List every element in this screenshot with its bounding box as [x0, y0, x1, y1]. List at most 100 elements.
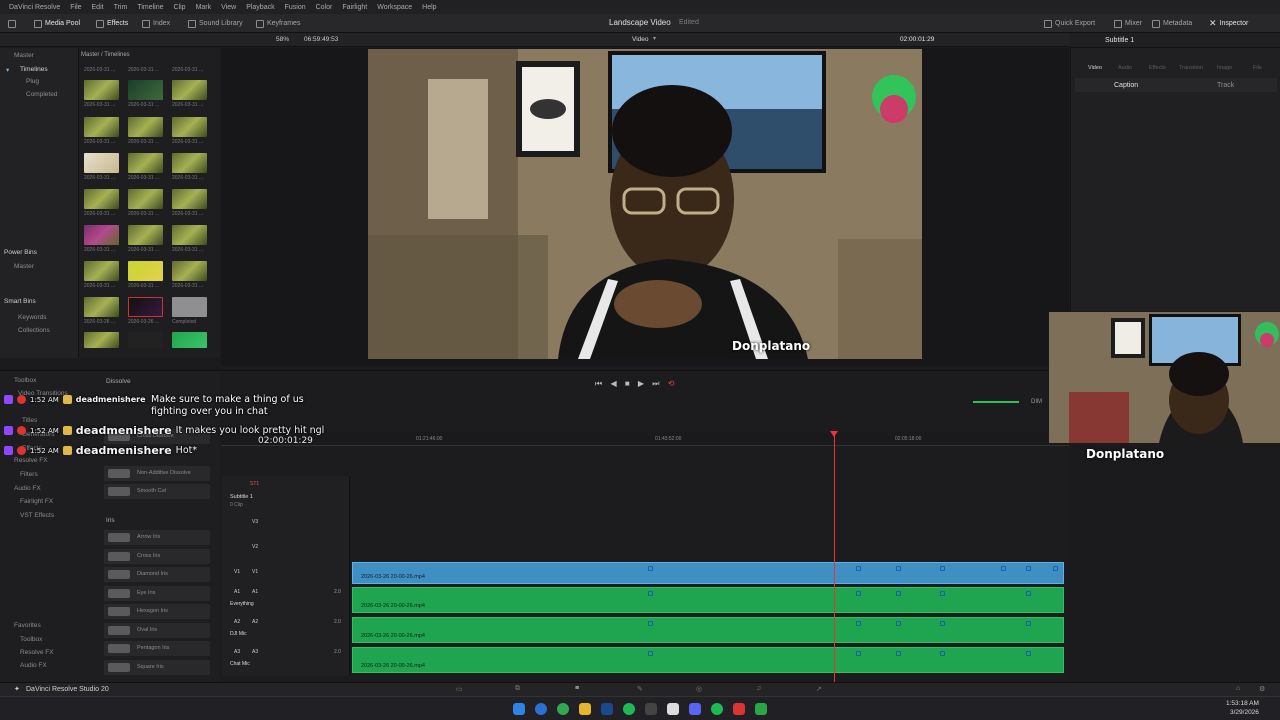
keyframe-marker[interactable] [896, 566, 901, 571]
keyframe-marker[interactable] [856, 566, 861, 571]
timeline-thumbnail[interactable] [128, 153, 163, 173]
index-button[interactable]: Index [138, 17, 174, 30]
timeline-thumbnail[interactable] [84, 117, 119, 137]
timeline-thumbnail[interactable] [128, 80, 163, 100]
menu-timeline[interactable]: Timeline [132, 4, 168, 11]
keyframe-marker[interactable] [1026, 651, 1031, 656]
keyframe-marker[interactable] [856, 591, 861, 596]
inspector-tab-file[interactable]: File [1253, 65, 1262, 71]
media-page-icon[interactable]: ▭ [456, 685, 463, 693]
keyframe-marker[interactable] [648, 651, 653, 656]
stop-icon[interactable]: ■ [625, 379, 630, 388]
gear-icon[interactable]: ⚙ [1259, 685, 1265, 693]
timeline-thumbnail[interactable] [128, 261, 163, 281]
skip-start-icon[interactable]: ⏮ [595, 379, 602, 388]
timeline-thumbnail[interactable] [128, 117, 163, 137]
filters-item[interactable]: Filters [20, 471, 38, 478]
timeline-ruler[interactable]: 01:21:46:00 01:43:52:00 02:05:18:00 [221, 432, 1069, 446]
mixer-button[interactable]: Mixer [1110, 17, 1146, 30]
audio-clip-a2[interactable]: 2026-03-26 20-00-26.mp4 [352, 617, 1064, 643]
timeline-thumbnail[interactable] [172, 332, 207, 348]
favorite-toolbox[interactable]: Toolbox [20, 636, 42, 643]
inspector-track-tab[interactable]: Track [1217, 82, 1234, 89]
timeline-thumbnail[interactable] [84, 189, 119, 209]
keyframe-marker[interactable] [856, 651, 861, 656]
cut-page-icon[interactable]: ⧉ [515, 685, 520, 693]
inspector-tab-transition[interactable]: Transition [1179, 65, 1203, 71]
fx-cross-iris[interactable]: Cross Iris [104, 549, 210, 564]
menu-color[interactable]: Color [311, 4, 338, 11]
toolbox-header[interactable]: Toolbox [14, 377, 36, 384]
edit-page-icon[interactable]: ≡ [575, 685, 579, 692]
keyframe-marker[interactable] [1026, 591, 1031, 596]
effects-button[interactable]: Effects [92, 17, 132, 30]
vst-effects-item[interactable]: VST Effects [20, 512, 54, 519]
home-icon[interactable]: ⌂ [1236, 685, 1240, 692]
spotify-icon[interactable] [623, 703, 635, 715]
timeline-thumbnail[interactable] [172, 117, 207, 137]
menu-davinci[interactable]: DaVinci Resolve [4, 4, 65, 11]
discord-icon[interactable] [689, 703, 701, 715]
playhead[interactable] [834, 432, 835, 682]
keyframe-marker[interactable] [648, 621, 653, 626]
timeline-thumbnail[interactable] [172, 80, 207, 100]
audio-clip-a3[interactable]: 2026-03-26 20-00-26.mp4 [352, 647, 1064, 673]
resolve-fx-item[interactable]: Resolve FX [14, 457, 48, 464]
titles-item[interactable]: Titles [22, 417, 37, 424]
fx-hexagon-iris[interactable]: Hexagon Iris [104, 604, 210, 619]
menu-help[interactable]: Help [417, 4, 441, 11]
menu-view[interactable]: View [216, 4, 241, 11]
audio-clip-a1[interactable]: 2026-03-26 20-00-26.mp4 [352, 587, 1064, 613]
menu-edit[interactable]: Edit [87, 4, 109, 11]
timeline-thumbnail[interactable] [84, 332, 119, 348]
browser-icon[interactable] [535, 703, 547, 715]
deliver-page-icon[interactable]: ➚ [816, 685, 822, 693]
menu-mark[interactable]: Mark [191, 4, 217, 11]
timeline-thumbnail[interactable] [172, 225, 207, 245]
keyframe-marker[interactable] [896, 621, 901, 626]
fx-smooth-cut[interactable]: Smooth Cut [104, 484, 210, 499]
menu-fairlight[interactable]: Fairlight [337, 4, 372, 11]
timeline-thumbnail[interactable] [172, 261, 207, 281]
menu-trim[interactable]: Trim [109, 4, 133, 11]
loop-icon[interactable]: ⟲ [668, 379, 675, 388]
menu-clip[interactable]: Clip [169, 4, 191, 11]
timeline-thumbnail[interactable] [84, 80, 119, 100]
resolve-icon[interactable] [645, 703, 657, 715]
fairlight-page-icon[interactable]: ♫ [756, 685, 761, 692]
spotify-icon[interactable] [711, 703, 723, 715]
fairlight-fx-item[interactable]: Fairlight FX [20, 498, 53, 505]
timeline-thumbnail[interactable] [172, 153, 207, 173]
menu-playback[interactable]: Playback [241, 4, 279, 11]
recorder-icon[interactable] [733, 703, 745, 715]
keyframe-marker[interactable] [1001, 566, 1006, 571]
keyframe-marker[interactable] [940, 621, 945, 626]
keyframe-marker[interactable] [940, 591, 945, 596]
timeline-thumbnail[interactable] [84, 153, 119, 173]
keyframe-marker[interactable] [940, 566, 945, 571]
timeline-thumbnail[interactable] [128, 332, 163, 348]
timeline-thumbnail[interactable] [172, 189, 207, 209]
steam-icon[interactable] [601, 703, 613, 715]
timeline-thumbnail[interactable] [84, 297, 119, 317]
fx-pentagon-iris[interactable]: Pentagon Iris [104, 641, 210, 656]
inspector-tab-image[interactable]: Image [1217, 65, 1232, 71]
viewer-mode-select[interactable]: Video [632, 36, 649, 43]
audio-fx-item[interactable]: Audio FX [14, 485, 41, 492]
dim-button[interactable]: DIM [1031, 399, 1042, 405]
menu-workspace[interactable]: Workspace [372, 4, 417, 11]
quick-export-button[interactable]: Quick Export [1040, 17, 1099, 30]
favorite-resolve-fx[interactable]: Resolve FX [20, 649, 54, 656]
master-bin[interactable]: Master [14, 52, 34, 59]
play-icon[interactable]: ▶ [638, 379, 644, 388]
viewer-zoom[interactable]: 58% [276, 36, 289, 43]
notes-icon[interactable] [667, 703, 679, 715]
fx-diamond-iris[interactable]: Diamond Iris [104, 567, 210, 582]
keyframe-marker[interactable] [648, 591, 653, 596]
keyframe-marker[interactable] [896, 651, 901, 656]
layout-toggle-button[interactable] [4, 17, 20, 30]
keyframe-marker[interactable] [856, 621, 861, 626]
timeline-thumbnail[interactable] [84, 261, 119, 281]
keyframe-marker[interactable] [940, 651, 945, 656]
video-clip[interactable]: 2026-03-26 20-00-26.mp4 [352, 562, 1064, 584]
